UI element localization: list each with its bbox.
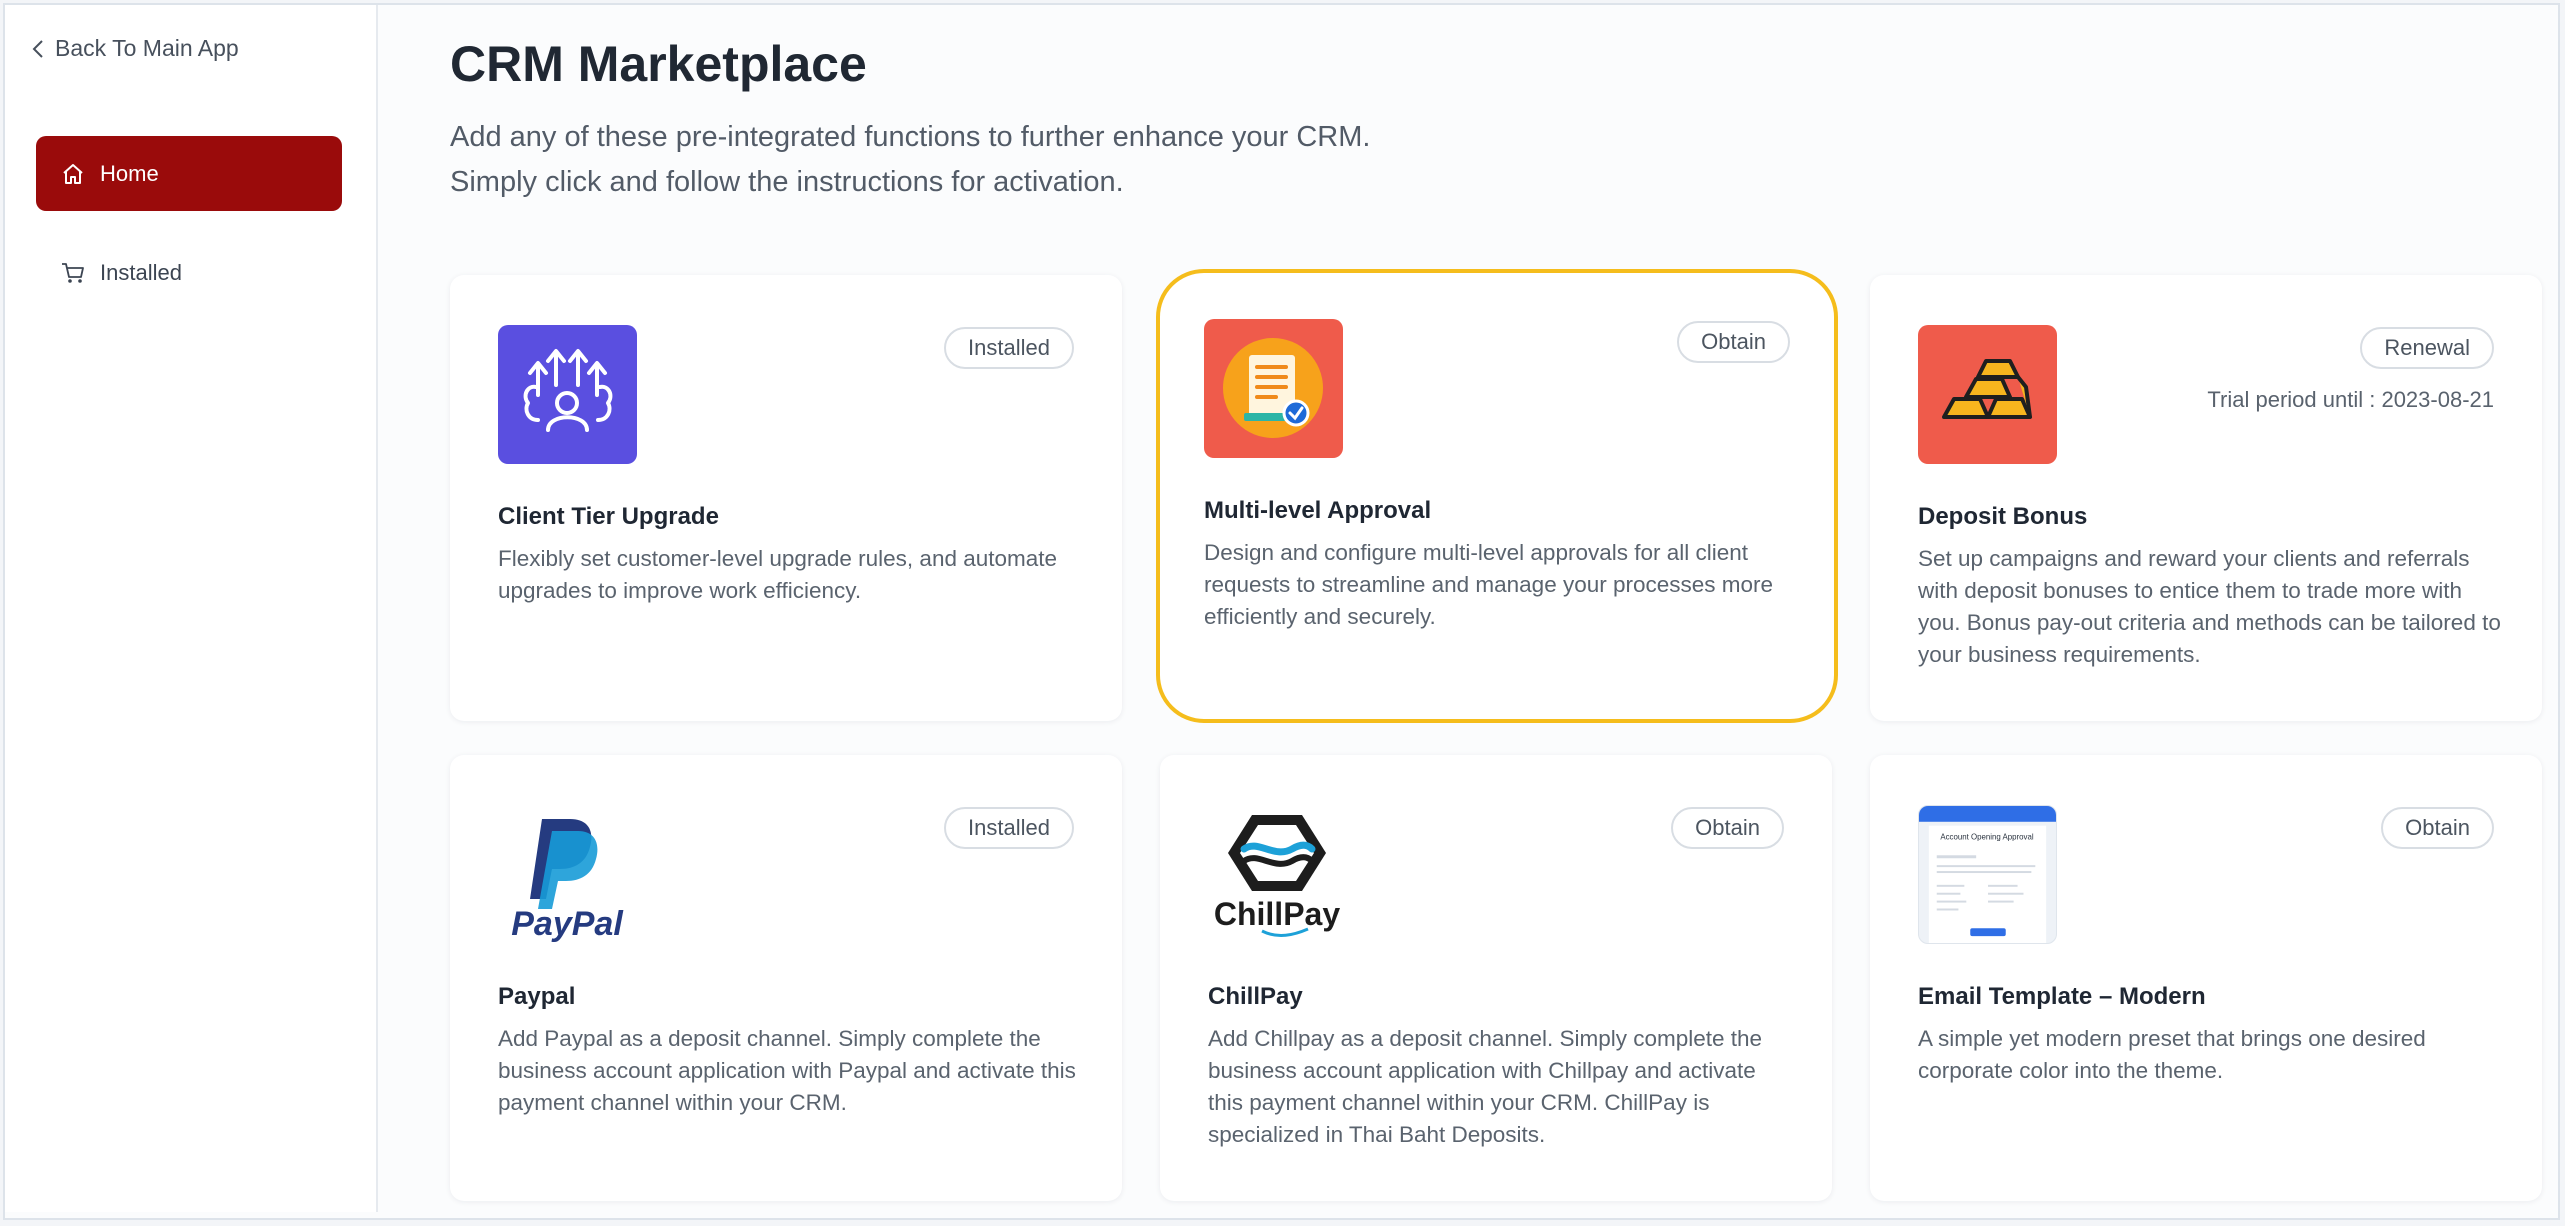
sidebar-item-home[interactable]: Home: [36, 136, 342, 211]
cart-icon: [62, 262, 84, 283]
card-deposit-bonus[interactable]: Renewal Trial period until : 2023-08-21 …: [1870, 275, 2542, 721]
sidebar-item-installed[interactable]: Installed: [36, 235, 342, 310]
back-label: Back To Main App: [55, 35, 239, 61]
subtitle-line: Simply click and follow the instructions…: [450, 166, 1124, 198]
card-title: Paypal: [498, 983, 576, 1010]
card-title: Email Template – Modern: [1918, 983, 2206, 1010]
email-template-preview-icon: Account Opening Approval: [1918, 805, 2057, 944]
subtitle-line: Add any of these pre-integrated function…: [450, 121, 1371, 153]
card-description: A simple yet modern preset that brings o…: [1918, 1026, 2426, 1083]
card-paypal[interactable]: PayPal Installed Paypal Add Paypal as a …: [450, 755, 1122, 1201]
card-description: Set up campaigns and reward your clients…: [1918, 546, 2501, 667]
main-content: CRM Marketplace Add any of these pre-int…: [376, 5, 2558, 1218]
svg-text:ChillPay: ChillPay: [1214, 896, 1340, 932]
card-multi-level-approval[interactable]: Obtain Multi-level Approval Design and c…: [1156, 269, 1838, 723]
sidebar: Back To Main App Home Installed: [5, 5, 378, 1212]
paypal-logo: PayPal: [498, 805, 637, 944]
approval-document-icon: [1204, 319, 1343, 458]
card-client-tier-upgrade[interactable]: Installed Client Tier Upgrade Flexibly s…: [450, 275, 1122, 721]
svg-text:Account Opening Approval: Account Opening Approval: [1940, 833, 2034, 842]
card-title: Deposit Bonus: [1918, 503, 2088, 530]
renewal-button[interactable]: Renewal: [2360, 327, 2494, 369]
installed-badge[interactable]: Installed: [944, 327, 1074, 369]
page-subtitle: Add any of these pre-integrated function…: [450, 115, 1370, 205]
card-description: Add Chillpay as a deposit channel. Simpl…: [1208, 1026, 1763, 1147]
home-icon: [63, 163, 83, 184]
card-title: Client Tier Upgrade: [498, 503, 719, 530]
app-window: Back To Main App Home Installed CRM Mark…: [3, 3, 2560, 1220]
card-description: Flexibly set customer-level upgrade rule…: [498, 546, 1058, 603]
gold-bars-icon: [1918, 325, 2057, 464]
obtain-button[interactable]: Obtain: [2381, 807, 2494, 849]
card-chillpay[interactable]: ChillPay Obtain ChillPay Add Chillpay as…: [1160, 755, 1832, 1201]
svg-text:PayPal: PayPal: [511, 905, 624, 943]
trial-period-text: Trial period until : 2023-08-21: [2207, 387, 2494, 412]
chevron-left-icon: [32, 39, 43, 58]
page-title: CRM Marketplace: [450, 36, 867, 92]
card-title: ChillPay: [1208, 983, 1303, 1010]
sidebar-item-label: Installed: [100, 259, 182, 285]
sidebar-item-label: Home: [100, 160, 159, 186]
card-title: Multi-level Approval: [1204, 497, 1432, 524]
card-description: Add Paypal as a deposit channel. Simply …: [498, 1026, 1076, 1115]
tier-upgrade-icon: [498, 325, 637, 464]
back-to-main-app-link[interactable]: Back To Main App: [31, 35, 239, 62]
obtain-button[interactable]: Obtain: [1671, 807, 1784, 849]
card-email-template-modern[interactable]: Account Opening Approval Obtain Email Te…: [1870, 755, 2542, 1201]
obtain-button[interactable]: Obtain: [1677, 321, 1790, 363]
card-description: Design and configure multi-level approva…: [1204, 540, 1774, 629]
installed-badge[interactable]: Installed: [944, 807, 1074, 849]
chillpay-logo: ChillPay: [1208, 805, 1347, 944]
